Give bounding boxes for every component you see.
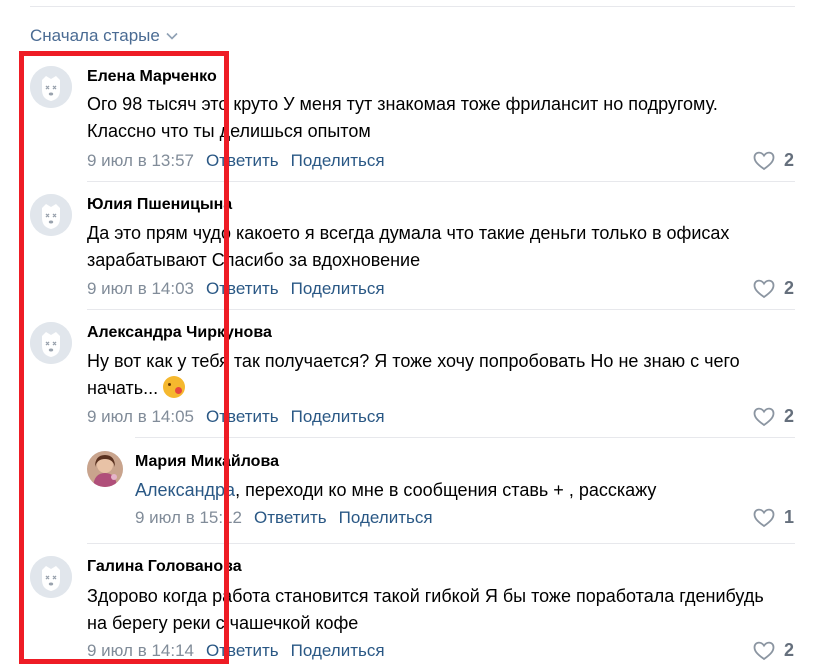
comment-meta: 9 июл в 14:03 Ответить Поделиться — [87, 279, 385, 299]
share-button[interactable]: Поделиться — [339, 508, 433, 528]
like-count: 2 — [784, 406, 795, 426]
comment-text: Здорово когда работа становится такой ги… — [87, 586, 764, 633]
comment-meta: 9 июл в 13:57 Ответить Поделиться — [87, 151, 385, 171]
comment-text: Да это прям чудо какоето я всегда думала… — [87, 223, 730, 270]
reply-button[interactable]: Ответить — [206, 641, 279, 661]
comment-author[interactable]: Галина Голованова — [87, 558, 242, 576]
share-button[interactable]: Поделиться — [291, 641, 385, 661]
like-count: 2 — [784, 640, 795, 660]
share-button[interactable]: Поделиться — [291, 279, 385, 299]
share-button[interactable]: Поделиться — [291, 407, 385, 427]
like-button[interactable]: 1 — [753, 507, 794, 528]
heart-icon — [753, 407, 775, 426]
like-button[interactable]: 2 — [753, 640, 794, 661]
deactivated-dog-icon[interactable] — [30, 194, 72, 236]
reply-button[interactable]: Ответить — [206, 407, 279, 427]
user-photo-avatar[interactable] — [87, 451, 123, 487]
comment-meta: 9 июл в 14:14 Ответить Поделиться — [87, 641, 385, 661]
comment-meta: 9 июл в 14:05 Ответить Поделиться — [87, 407, 385, 427]
like-button[interactable]: 2 — [753, 150, 794, 171]
reply-button[interactable]: Ответить — [206, 151, 279, 171]
sort-dropdown[interactable]: Сначала старые — [30, 26, 178, 46]
like-button[interactable]: 2 — [753, 278, 794, 299]
comment-author[interactable]: Юлия Пшеницына — [87, 196, 232, 214]
comment-author[interactable]: Мария Микайлова — [135, 453, 279, 471]
comment-text: Ого 98 тысяч это круто У меня тут знаком… — [87, 94, 718, 141]
deactivated-dog-icon[interactable] — [30, 66, 72, 108]
comment-divider — [87, 181, 795, 182]
like-count: 2 — [784, 150, 795, 170]
heart-icon — [753, 279, 775, 298]
share-button[interactable]: Поделиться — [291, 151, 385, 171]
comment-author[interactable]: Александра Чиркунова — [87, 324, 272, 342]
chevron-down-icon — [166, 32, 178, 40]
kiss-emoji-icon — [163, 376, 186, 398]
comment-time[interactable]: 9 июл в 13:57 — [87, 151, 194, 171]
comment-time[interactable]: 9 июл в 14:14 — [87, 641, 194, 661]
comment-author[interactable]: Елена Марченко — [87, 68, 217, 86]
top-divider — [30, 6, 795, 7]
reply-button[interactable]: Ответить — [206, 279, 279, 299]
comment-divider — [135, 437, 795, 438]
comment-meta: 9 июл в 15:12 Ответить Поделиться — [135, 508, 433, 528]
comment-text-wrap: Александра, переходи ко мне в сообщения … — [135, 477, 795, 504]
deactivated-dog-icon[interactable] — [30, 556, 72, 598]
comment-text: Ну вот как у тебя так получается? Я тоже… — [87, 351, 740, 398]
heart-icon — [753, 151, 775, 170]
like-count: 1 — [784, 507, 795, 527]
comment-text-wrap: Ну вот как у тебя так получается? Я тоже… — [87, 348, 787, 402]
deactivated-dog-icon[interactable] — [30, 322, 72, 364]
like-count: 2 — [784, 278, 795, 298]
sort-label: Сначала старые — [30, 26, 160, 45]
like-button[interactable]: 2 — [753, 406, 794, 427]
mention-link[interactable]: Александра — [135, 480, 235, 500]
comment-time[interactable]: 9 июл в 14:03 — [87, 279, 194, 299]
comment-divider — [87, 309, 795, 310]
reply-button[interactable]: Ответить — [254, 508, 327, 528]
comment-text: , переходи ко мне в сообщения ставь + , … — [235, 480, 657, 500]
heart-icon — [753, 641, 775, 660]
comment-divider — [87, 543, 795, 544]
comment-time[interactable]: 9 июл в 14:05 — [87, 407, 194, 427]
heart-icon — [753, 508, 775, 527]
comment-time[interactable]: 9 июл в 15:12 — [135, 508, 242, 528]
